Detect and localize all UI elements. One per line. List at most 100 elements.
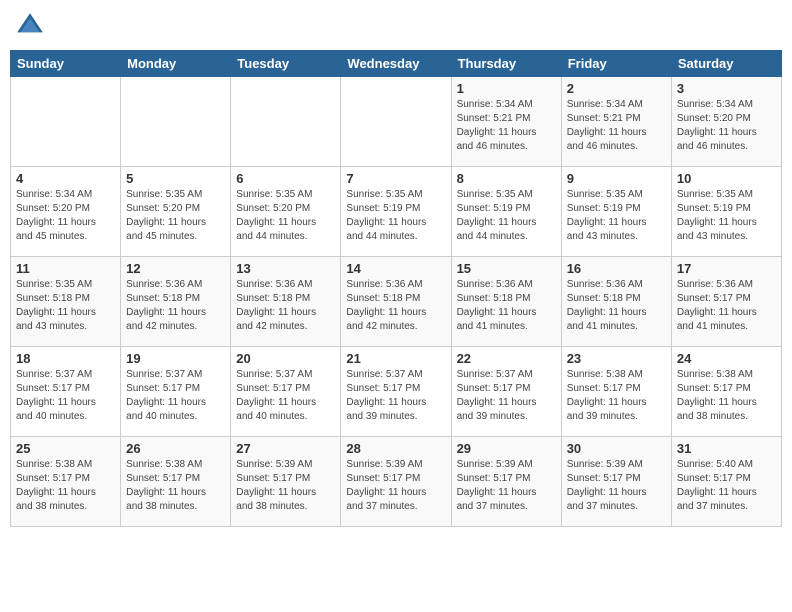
day-info: Sunrise: 5:39 AMSunset: 5:17 PMDaylight:…	[346, 458, 445, 514]
day-info: Sunrise: 5:35 AMSunset: 5:18 PMDaylight:…	[16, 278, 115, 334]
day-number: 10	[677, 171, 776, 186]
calendar-cell: 31 Sunrise: 5:40 AMSunset: 5:17 PMDayligh…	[671, 437, 781, 527]
day-number: 26	[126, 441, 225, 456]
weekday-sunday: Sunday	[11, 51, 121, 77]
day-info: Sunrise: 5:40 AMSunset: 5:17 PMDaylight:…	[677, 458, 776, 514]
calendar-cell: 8Sunrise: 5:35 AMSunset: 5:19 PMDaylight…	[451, 167, 561, 257]
day-number: 4	[16, 171, 115, 186]
day-number: 20	[236, 351, 335, 366]
calendar-cell: 16 Sunrise: 5:36 AMSunset: 5:18 PMDayligh…	[561, 257, 671, 347]
weekday-tuesday: Tuesday	[231, 51, 341, 77]
day-info: Sunrise: 5:38 AMSunset: 5:17 PMDaylight:…	[126, 458, 225, 514]
weekday-header-row: SundayMondayTuesdayWednesdayThursdayFrid…	[11, 51, 782, 77]
day-info: Sunrise: 5:34 AMSunset: 5:20 PMDaylight:…	[16, 188, 115, 244]
day-info: Sunrise: 5:38 AMSunset: 5:17 PMDaylight:…	[567, 368, 666, 424]
weekday-monday: Monday	[121, 51, 231, 77]
day-number: 15	[457, 261, 556, 276]
day-info: Sunrise: 5:38 AMSunset: 5:17 PMDaylight:…	[677, 368, 776, 424]
day-info: Sunrise: 5:38 AMSunset: 5:17 PMDaylight:…	[16, 458, 115, 514]
day-info: Sunrise: 5:36 AMSunset: 5:18 PMDaylight:…	[346, 278, 445, 334]
calendar-cell: 25 Sunrise: 5:38 AMSunset: 5:17 PMDayligh…	[11, 437, 121, 527]
page-header	[10, 10, 782, 42]
day-number: 11	[16, 261, 115, 276]
calendar-cell: 20 Sunrise: 5:37 AMSunset: 5:17 PMDayligh…	[231, 347, 341, 437]
calendar-cell: 15 Sunrise: 5:36 AMSunset: 5:18 PMDayligh…	[451, 257, 561, 347]
calendar-cell: 11 Sunrise: 5:35 AMSunset: 5:18 PMDayligh…	[11, 257, 121, 347]
calendar-cell: 27 Sunrise: 5:39 AMSunset: 5:17 PMDayligh…	[231, 437, 341, 527]
calendar-cell: 28 Sunrise: 5:39 AMSunset: 5:17 PMDayligh…	[341, 437, 451, 527]
calendar-cell: 6 Sunrise: 5:35 AMSunset: 5:20 PMDaylight…	[231, 167, 341, 257]
day-number: 23	[567, 351, 666, 366]
calendar-cell: 18Sunrise: 5:37 AMSunset: 5:17 PMDayligh…	[11, 347, 121, 437]
day-number: 28	[346, 441, 445, 456]
day-info: Sunrise: 5:37 AMSunset: 5:17 PMDaylight:…	[236, 368, 335, 424]
day-number: 2	[567, 81, 666, 96]
day-number: 9	[567, 171, 666, 186]
day-info: Sunrise: 5:37 AMSunset: 5:17 PMDaylight:…	[346, 368, 445, 424]
day-info: Sunrise: 5:35 AMSunset: 5:19 PMDaylight:…	[457, 188, 556, 244]
calendar-cell: 30 Sunrise: 5:39 AMSunset: 5:17 PMDayligh…	[561, 437, 671, 527]
calendar-cell: 5Sunrise: 5:35 AMSunset: 5:20 PMDaylight…	[121, 167, 231, 257]
day-info: Sunrise: 5:36 AMSunset: 5:18 PMDaylight:…	[236, 278, 335, 334]
calendar-cell: 12 Sunrise: 5:36 AMSunset: 5:18 PMDayligh…	[121, 257, 231, 347]
day-number: 31	[677, 441, 776, 456]
calendar-cell: 21 Sunrise: 5:37 AMSunset: 5:17 PMDayligh…	[341, 347, 451, 437]
day-number: 30	[567, 441, 666, 456]
day-info: Sunrise: 5:35 AMSunset: 5:19 PMDaylight:…	[567, 188, 666, 244]
day-number: 7	[346, 171, 445, 186]
day-info: Sunrise: 5:39 AMSunset: 5:17 PMDaylight:…	[567, 458, 666, 514]
calendar-table: SundayMondayTuesdayWednesdayThursdayFrid…	[10, 50, 782, 527]
day-number: 14	[346, 261, 445, 276]
calendar-cell: 2 Sunrise: 5:34 AMSunset: 5:21 PMDaylight…	[561, 77, 671, 167]
calendar-cell: 24 Sunrise: 5:38 AMSunset: 5:17 PMDayligh…	[671, 347, 781, 437]
calendar-cell: 7 Sunrise: 5:35 AMSunset: 5:19 PMDaylight…	[341, 167, 451, 257]
day-info: Sunrise: 5:35 AMSunset: 5:20 PMDaylight:…	[236, 188, 335, 244]
calendar-cell: 9 Sunrise: 5:35 AMSunset: 5:19 PMDaylight…	[561, 167, 671, 257]
calendar-cell: 13Sunrise: 5:36 AMSunset: 5:18 PMDayligh…	[231, 257, 341, 347]
day-info: Sunrise: 5:34 AMSunset: 5:21 PMDaylight:…	[567, 98, 666, 154]
day-number: 16	[567, 261, 666, 276]
calendar-cell	[341, 77, 451, 167]
day-number: 1	[457, 81, 556, 96]
calendar-cell: 23 Sunrise: 5:38 AMSunset: 5:17 PMDayligh…	[561, 347, 671, 437]
week-row-1: 1 Sunrise: 5:34 AMSunset: 5:21 PMDaylight…	[11, 77, 782, 167]
weekday-wednesday: Wednesday	[341, 51, 451, 77]
day-number: 25	[16, 441, 115, 456]
calendar-cell: 19 Sunrise: 5:37 AMSunset: 5:17 PMDayligh…	[121, 347, 231, 437]
week-row-3: 11 Sunrise: 5:35 AMSunset: 5:18 PMDayligh…	[11, 257, 782, 347]
day-number: 29	[457, 441, 556, 456]
calendar-cell: 26 Sunrise: 5:38 AMSunset: 5:17 PMDayligh…	[121, 437, 231, 527]
calendar-cell: 10 Sunrise: 5:35 AMSunset: 5:19 PMDayligh…	[671, 167, 781, 257]
calendar-cell: 22Sunrise: 5:37 AMSunset: 5:17 PMDayligh…	[451, 347, 561, 437]
logo	[14, 10, 50, 42]
calendar-cell: 29Sunrise: 5:39 AMSunset: 5:17 PMDayligh…	[451, 437, 561, 527]
day-info: Sunrise: 5:37 AMSunset: 5:17 PMDaylight:…	[457, 368, 556, 424]
week-row-4: 18 Sunrise: 5:37 AMSunset: 5:17 PMDayligh…	[11, 347, 782, 437]
day-info: Sunrise: 5:39 AMSunset: 5:17 PMDaylight:…	[236, 458, 335, 514]
calendar-cell: 17Sunrise: 5:36 AMSunset: 5:17 PMDayligh…	[671, 257, 781, 347]
week-row-2: 4 Sunrise: 5:34 AMSunset: 5:20 PMDaylight…	[11, 167, 782, 257]
calendar-cell	[231, 77, 341, 167]
week-row-5: 25 Sunrise: 5:38 AMSunset: 5:17 PMDayligh…	[11, 437, 782, 527]
day-number: 24	[677, 351, 776, 366]
calendar-cell	[121, 77, 231, 167]
day-number: 21	[346, 351, 445, 366]
logo-icon	[14, 10, 46, 42]
calendar-cell: 3Sunrise: 5:34 AMSunset: 5:20 PMDaylight…	[671, 77, 781, 167]
day-info: Sunrise: 5:34 AMSunset: 5:21 PMDaylight:…	[457, 98, 556, 154]
day-info: Sunrise: 5:35 AMSunset: 5:19 PMDaylight:…	[677, 188, 776, 244]
day-number: 27	[236, 441, 335, 456]
day-info: Sunrise: 5:34 AMSunset: 5:20 PMDaylight:…	[677, 98, 776, 154]
weekday-friday: Friday	[561, 51, 671, 77]
day-info: Sunrise: 5:37 AMSunset: 5:17 PMDaylight:…	[126, 368, 225, 424]
day-number: 12	[126, 261, 225, 276]
day-info: Sunrise: 5:36 AMSunset: 5:18 PMDaylight:…	[567, 278, 666, 334]
weekday-thursday: Thursday	[451, 51, 561, 77]
day-info: Sunrise: 5:35 AMSunset: 5:19 PMDaylight:…	[346, 188, 445, 244]
day-info: Sunrise: 5:36 AMSunset: 5:18 PMDaylight:…	[126, 278, 225, 334]
day-number: 6	[236, 171, 335, 186]
day-number: 19	[126, 351, 225, 366]
calendar-cell: 14 Sunrise: 5:36 AMSunset: 5:18 PMDayligh…	[341, 257, 451, 347]
day-number: 18	[16, 351, 115, 366]
day-info: Sunrise: 5:36 AMSunset: 5:18 PMDaylight:…	[457, 278, 556, 334]
